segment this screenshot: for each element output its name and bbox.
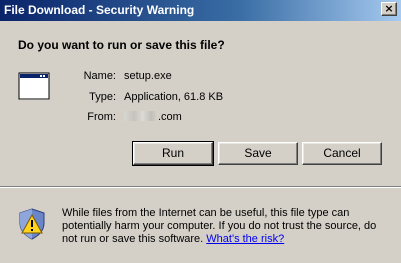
redacted-domain [124,111,158,121]
window-title: File Download - Security Warning [4,3,195,17]
from-label: From: [87,111,116,123]
application-window-icon [18,72,50,100]
type-label: Type: [89,91,116,103]
save-button[interactable]: Save [218,142,298,165]
dialog-question: Do you want to run or save this file? [18,38,225,52]
close-icon: × [384,2,394,15]
cancel-button[interactable]: Cancel [302,142,382,165]
separator [0,186,401,188]
name-label: Name: [83,70,116,82]
warning-message: While files from the Internet can be use… [62,207,392,246]
file-download-dialog: File Download - Security Warning × Do yo… [0,0,401,263]
from-value: .com [124,111,182,123]
name-value: setup.exe [124,70,172,82]
close-button[interactable]: × [381,2,397,16]
from-value-suffix: .com [158,111,182,123]
shield-warning-icon [19,208,45,240]
run-button[interactable]: Run [132,141,214,166]
whats-the-risk-link[interactable]: What's the risk? [206,233,284,245]
title-bar[interactable]: File Download - Security Warning × [0,0,401,21]
type-value: Application, 61.8 KB [124,91,224,103]
